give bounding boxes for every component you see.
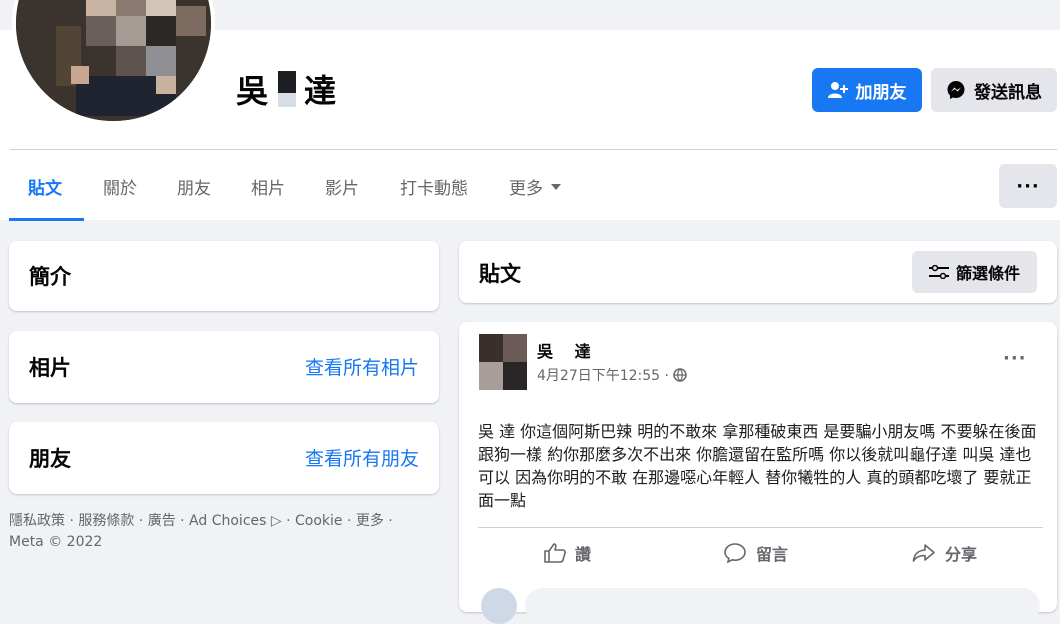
like-icon bbox=[544, 543, 566, 563]
send-message-label: 發送訊息 bbox=[974, 82, 1042, 103]
like-label: 讚 bbox=[575, 545, 592, 564]
filter-label: 篩選條件 bbox=[955, 264, 1020, 283]
tab-more-label: 更多 bbox=[509, 179, 543, 199]
filter-icon bbox=[928, 265, 949, 279]
post-author-name[interactable]: 吳 達 bbox=[537, 338, 599, 362]
photos-card: 相片 查看所有相片 bbox=[9, 331, 439, 403]
post-meta: 4月27日下午12:55 · bbox=[537, 365, 687, 385]
footer-links[interactable]: 隱私政策 · 服務條款 · 廣告 · Ad Choices ▷ · Cookie… bbox=[9, 511, 429, 553]
friends-card: 朋友 查看所有朋友 bbox=[9, 422, 439, 494]
add-friend-label: 加朋友 bbox=[855, 82, 907, 103]
photos-title: 相片 bbox=[29, 356, 71, 380]
caret-down-icon bbox=[551, 183, 561, 190]
post-text: 吳 達 你這個阿斯巴辣 明的不敢來 拿那種破東西 是要騙小朋友嗎 不要躲在後面跟… bbox=[478, 422, 1037, 510]
name-prefix: 吳 bbox=[236, 72, 271, 110]
send-message-button[interactable]: 發送訊息 bbox=[931, 68, 1057, 112]
tab-videos[interactable]: 影片 bbox=[325, 174, 359, 199]
share-icon bbox=[912, 544, 935, 562]
tab-checkins[interactable]: 打卡動態 bbox=[400, 174, 468, 199]
post-timestamp[interactable]: 4月27日下午12:55 · bbox=[537, 365, 669, 385]
like-button[interactable]: 讚 bbox=[544, 541, 591, 565]
name-censor-block bbox=[278, 71, 297, 107]
profile-overflow-button[interactable]: ··· bbox=[999, 164, 1057, 208]
profile-name: 吳 達 bbox=[236, 66, 338, 112]
name-suffix: 達 bbox=[304, 72, 339, 110]
see-all-friends-link[interactable]: 查看所有朋友 bbox=[305, 444, 419, 471]
tab-friends[interactable]: 朋友 bbox=[177, 174, 211, 199]
intro-title: 簡介 bbox=[29, 265, 71, 289]
globe-icon bbox=[673, 368, 687, 382]
post-author-avatar[interactable] bbox=[479, 334, 527, 390]
tab-posts[interactable]: 貼文 bbox=[28, 174, 62, 199]
post-options-button[interactable]: ··· bbox=[1003, 348, 1027, 369]
tab-about[interactable]: 關於 bbox=[103, 174, 137, 199]
share-button[interactable]: 分享 bbox=[912, 541, 977, 565]
filter-button[interactable]: 篩選條件 bbox=[912, 251, 1037, 293]
messenger-icon bbox=[947, 81, 965, 99]
add-friend-button[interactable]: 加朋友 bbox=[812, 68, 922, 112]
comment-icon bbox=[724, 543, 746, 563]
add-friend-icon bbox=[827, 82, 848, 98]
posts-section-title: 貼文 bbox=[479, 262, 521, 286]
share-label: 分享 bbox=[945, 545, 978, 564]
comment-label: 留言 bbox=[756, 545, 789, 564]
profile-avatar[interactable] bbox=[12, 0, 215, 125]
tab-more[interactable]: 更多 bbox=[509, 174, 561, 199]
friends-title: 朋友 bbox=[29, 447, 71, 471]
tab-photos[interactable]: 相片 bbox=[251, 174, 285, 199]
post-action-divider bbox=[478, 527, 1043, 528]
active-tab-indicator bbox=[9, 218, 84, 221]
comment-button[interactable]: 留言 bbox=[724, 541, 788, 565]
see-all-photos-link[interactable]: 查看所有相片 bbox=[305, 353, 419, 380]
intro-card: 簡介 bbox=[9, 241, 439, 311]
header-divider bbox=[10, 149, 1057, 150]
comment-avatar bbox=[481, 588, 517, 624]
comment-input[interactable] bbox=[525, 588, 1040, 624]
